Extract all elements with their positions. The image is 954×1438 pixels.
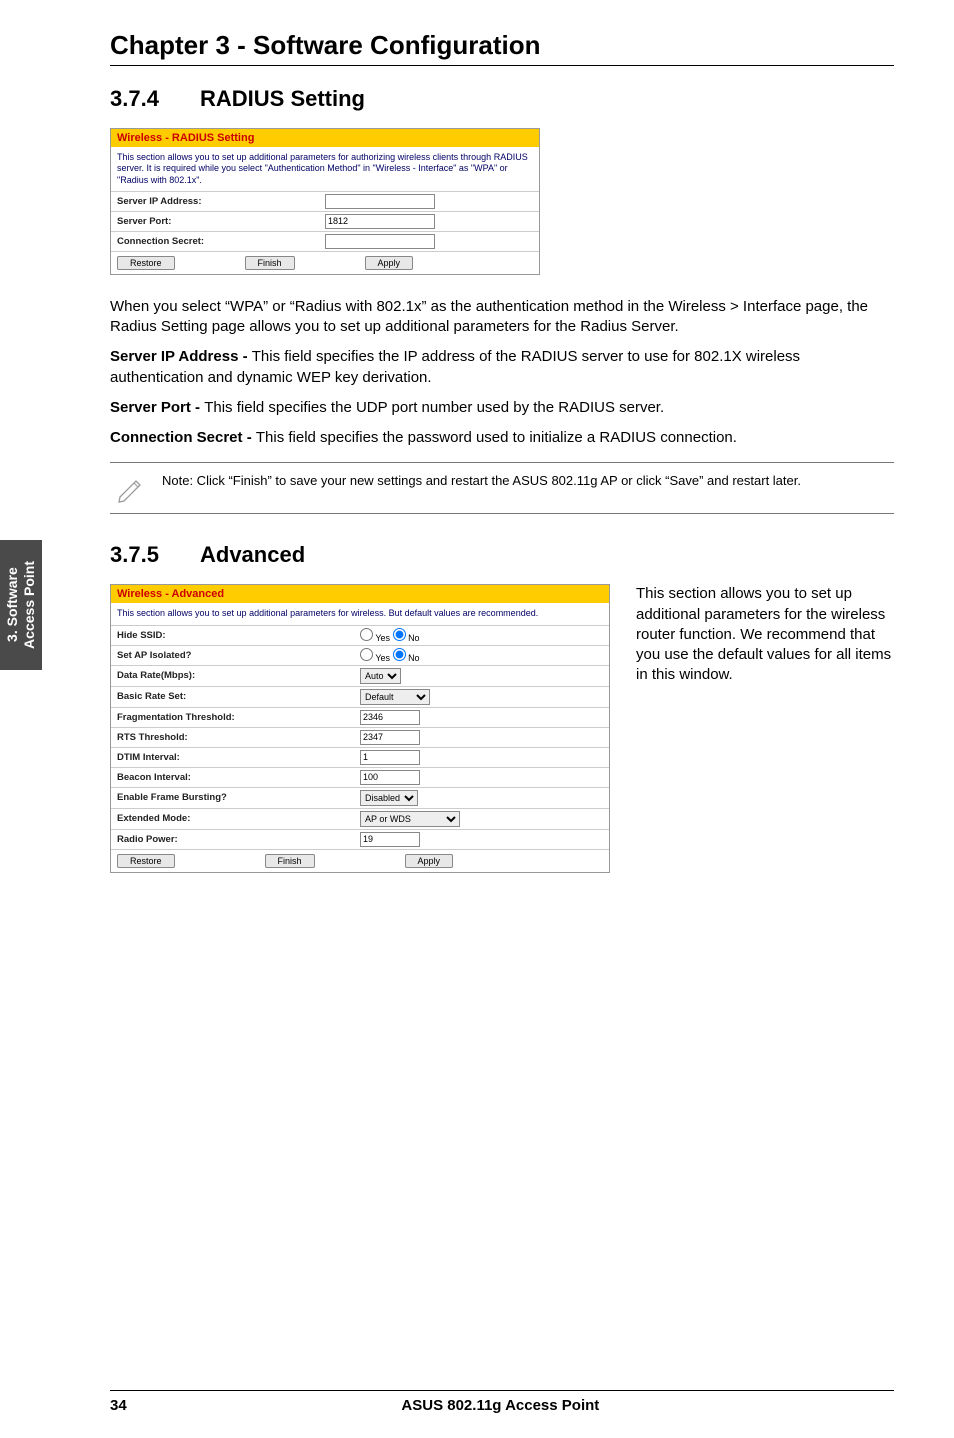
- label-hide-ssid: Hide SSID:: [117, 630, 360, 641]
- sidebar-tab-text: 3. SoftwareAccess Point: [4, 561, 38, 649]
- select-data-rate[interactable]: Auto: [360, 668, 401, 684]
- row-hide-ssid: Hide SSID: Yes No: [111, 625, 609, 645]
- advanced-side-text: This section allows you to set up additi…: [636, 584, 894, 685]
- label-frame-bursting: Enable Frame Bursting?: [117, 792, 360, 803]
- para-connection-secret: Connection Secret - This field specifies…: [110, 428, 894, 448]
- label-extended-mode: Extended Mode:: [117, 813, 360, 824]
- advanced-screenshot: Wireless - Advanced This section allows …: [110, 584, 610, 872]
- label-connection-secret: Connection Secret:: [117, 236, 325, 247]
- pencil-icon: [114, 473, 148, 503]
- section-num: 3.7.4: [110, 86, 200, 112]
- radio-hide-ssid-no[interactable]: [393, 628, 406, 641]
- restore-button[interactable]: Restore: [117, 256, 175, 270]
- input-server-ip[interactable]: [325, 194, 435, 209]
- chapter-rule: [110, 65, 894, 66]
- shot-desc: This section allows you to set up additi…: [111, 603, 609, 624]
- input-server-port[interactable]: [325, 214, 435, 229]
- select-basic-rate[interactable]: Default: [360, 689, 430, 705]
- row-server-port: Server Port:: [111, 211, 539, 231]
- finish-button[interactable]: Finish: [265, 854, 315, 868]
- para-server-ip: Server IP Address - This field specifies…: [110, 347, 894, 388]
- row-dtim: DTIM Interval:: [111, 747, 609, 767]
- row-connection-secret: Connection Secret:: [111, 231, 539, 251]
- apply-button[interactable]: Apply: [365, 256, 414, 270]
- input-radio-power[interactable]: [360, 832, 420, 847]
- sidebar-tab: 3. SoftwareAccess Point: [0, 540, 42, 670]
- finish-button[interactable]: Finish: [245, 256, 295, 270]
- input-dtim[interactable]: [360, 750, 420, 765]
- footer-product: ASUS 802.11g Access Point: [127, 1397, 874, 1414]
- section-name: Advanced: [200, 542, 305, 567]
- row-data-rate: Data Rate(Mbps): Auto: [111, 665, 609, 686]
- section-num: 3.7.5: [110, 542, 200, 568]
- shot-button-row: Restore Finish Apply: [111, 849, 609, 872]
- row-beacon: Beacon Interval:: [111, 767, 609, 787]
- restore-button[interactable]: Restore: [117, 854, 175, 868]
- page-footer: 34 ASUS 802.11g Access Point: [0, 1390, 954, 1414]
- label-server-port: Server Port:: [117, 216, 325, 227]
- note-text: Note: Click “Finish” to save your new se…: [162, 473, 801, 490]
- label-fragmentation: Fragmentation Threshold:: [117, 712, 360, 723]
- shot-desc: This section allows you to set up additi…: [111, 147, 539, 191]
- section-375-title: 3.7.5Advanced: [110, 542, 894, 568]
- input-fragmentation[interactable]: [360, 710, 420, 725]
- select-frame-bursting[interactable]: Disabled: [360, 790, 418, 806]
- label-ap-isolated: Set AP Isolated?: [117, 650, 360, 661]
- radio-ap-isolated-no[interactable]: [393, 648, 406, 661]
- page-number: 34: [110, 1397, 127, 1414]
- section-374-title: 3.7.4RADIUS Setting: [110, 86, 894, 112]
- label-dtim: DTIM Interval:: [117, 752, 360, 763]
- row-fragmentation: Fragmentation Threshold:: [111, 707, 609, 727]
- label-basic-rate: Basic Rate Set:: [117, 691, 360, 702]
- section-name: RADIUS Setting: [200, 86, 365, 111]
- radio-ap-isolated-yes[interactable]: [360, 648, 373, 661]
- label-beacon: Beacon Interval:: [117, 772, 360, 783]
- input-rts[interactable]: [360, 730, 420, 745]
- row-frame-bursting: Enable Frame Bursting? Disabled: [111, 787, 609, 808]
- note-box: Note: Click “Finish” to save your new se…: [110, 462, 894, 514]
- input-beacon[interactable]: [360, 770, 420, 785]
- shot-button-row: Restore Finish Apply: [111, 251, 539, 274]
- row-ap-isolated: Set AP Isolated? Yes No: [111, 645, 609, 665]
- para-server-port: Server Port - This field specifies the U…: [110, 398, 894, 418]
- advanced-wrap: Wireless - Advanced This section allows …: [110, 584, 894, 894]
- label-server-ip: Server IP Address:: [117, 196, 325, 207]
- row-basic-rate: Basic Rate Set: Default: [111, 686, 609, 707]
- radius-setting-screenshot: Wireless - RADIUS Setting This section a…: [110, 128, 540, 275]
- shot-header: Wireless - RADIUS Setting: [111, 129, 539, 147]
- footer-rule: [110, 1390, 894, 1391]
- row-server-ip: Server IP Address:: [111, 191, 539, 211]
- chapter-title: Chapter 3 - Software Configuration: [110, 30, 894, 61]
- select-extended-mode[interactable]: AP or WDS: [360, 811, 460, 827]
- para-intro: When you select “WPA” or “Radius with 80…: [110, 297, 894, 338]
- label-rts: RTS Threshold:: [117, 732, 360, 743]
- shot-header: Wireless - Advanced: [111, 585, 609, 603]
- row-extended-mode: Extended Mode: AP or WDS: [111, 808, 609, 829]
- page-content: Chapter 3 - Software Configuration 3.7.4…: [0, 0, 954, 895]
- label-data-rate: Data Rate(Mbps):: [117, 670, 360, 681]
- radio-hide-ssid-yes[interactable]: [360, 628, 373, 641]
- apply-button[interactable]: Apply: [405, 854, 454, 868]
- input-connection-secret[interactable]: [325, 234, 435, 249]
- row-rts: RTS Threshold:: [111, 727, 609, 747]
- label-radio-power: Radio Power:: [117, 834, 360, 845]
- row-radio-power: Radio Power:: [111, 829, 609, 849]
